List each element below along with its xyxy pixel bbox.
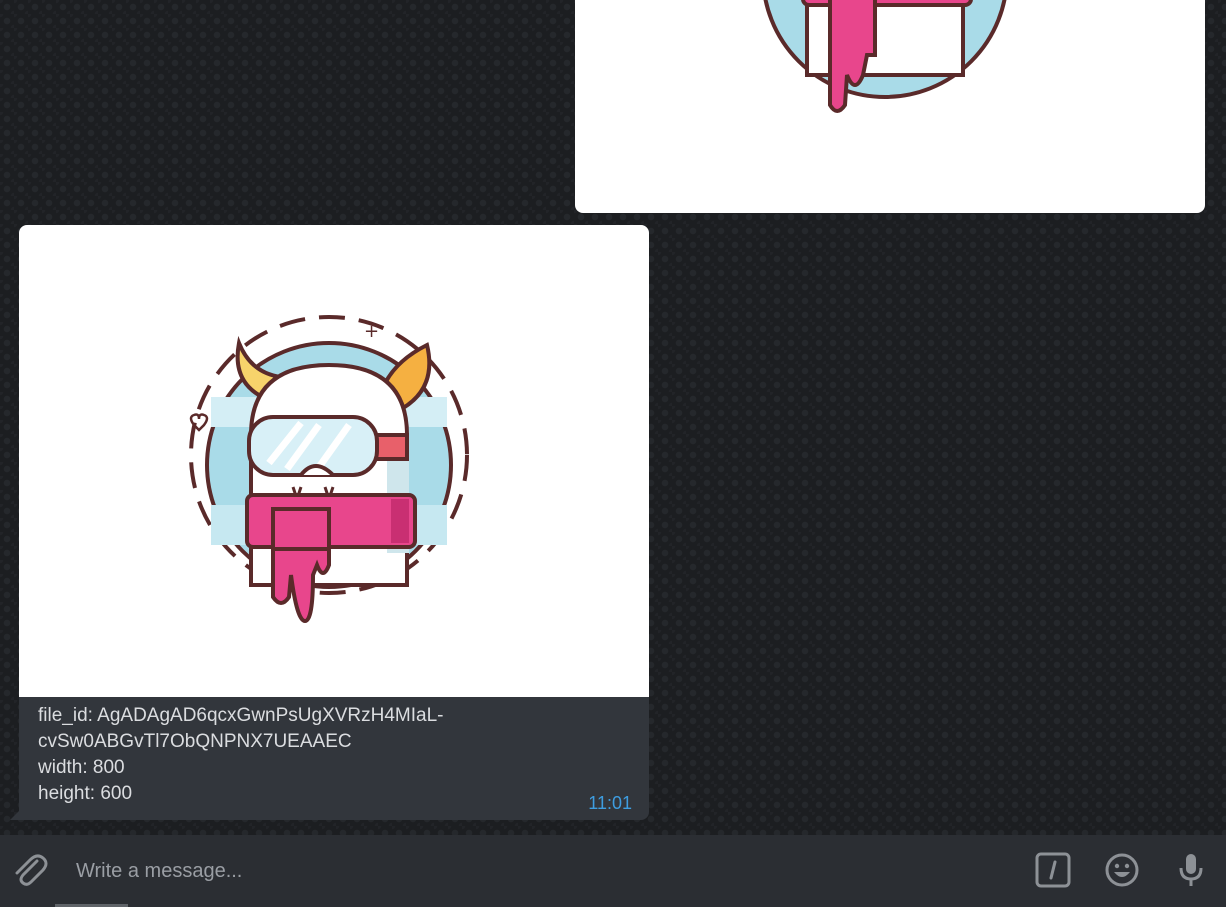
- slash-command-icon[interactable]: [1034, 851, 1072, 889]
- svg-text:+: +: [364, 321, 379, 342]
- devil-character-image: [763, 0, 1007, 113]
- incoming-photo-message[interactable]: + file_id: AgADAgAD6qcxGwnPsUgXVRzH4MIaL…: [10, 225, 649, 820]
- caption-line-file-id-cont: cvSw0ABGvTl7ObQNPNX7UEAAEC: [38, 731, 352, 752]
- microphone-icon[interactable]: [1172, 851, 1210, 889]
- chat-history: + file_id: AgADAgAD6qcxGwnPsUgXVRzH4MIaL…: [0, 0, 1226, 835]
- message-input[interactable]: [74, 853, 978, 889]
- outgoing-photo-message[interactable]: [575, 0, 1205, 213]
- emoji-icon[interactable]: [1103, 851, 1141, 889]
- message-photo[interactable]: +: [19, 225, 649, 697]
- caption-line-file-id: file_id: AgADAgAD6qcxGwnPsUgXVRzH4MIaL-: [38, 705, 444, 726]
- message-time: 11:01: [588, 793, 632, 813]
- photo-caption: file_id: AgADAgAD6qcxGwnPsUgXVRzH4MIaL- …: [38, 703, 598, 807]
- message-composer: [0, 835, 1226, 907]
- paperclip-icon[interactable]: [12, 851, 48, 889]
- caption-line-width: width: 800: [38, 757, 125, 778]
- caption-line-height: height: 600: [38, 783, 133, 804]
- devil-character-image: +: [189, 315, 469, 624]
- bubble-tail: [10, 810, 20, 820]
